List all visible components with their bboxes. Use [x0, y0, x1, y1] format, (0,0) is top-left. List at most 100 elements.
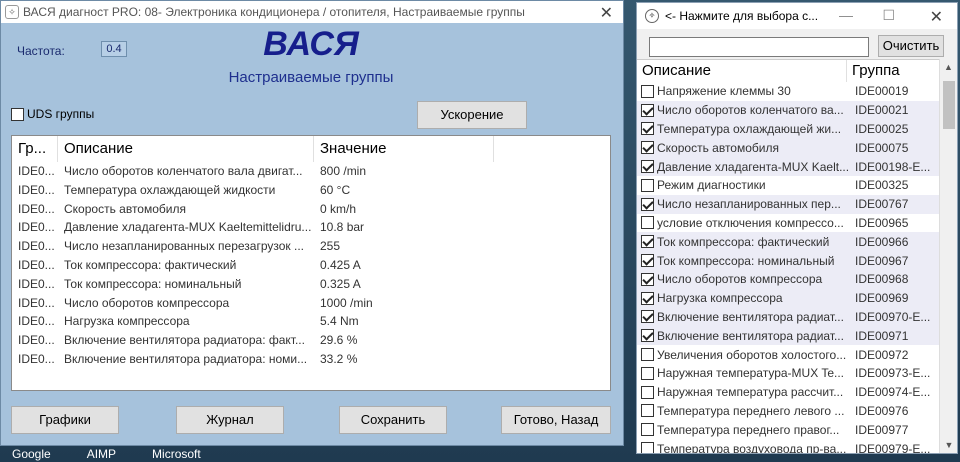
table-row[interactable]: IDE0... Включение вентилятора радиатора: … [12, 331, 610, 350]
table-row[interactable]: IDE0... Включение вентилятора радиатора: … [12, 350, 610, 369]
app-icon: ✧ [645, 9, 659, 23]
list-item[interactable]: Нагрузка компрессора IDE00969 [637, 288, 957, 308]
list-item[interactable]: Включение вентилятора радиат... IDE00971 [637, 326, 957, 346]
cell-group: IDE0... [18, 295, 55, 310]
list-item-checkbox[interactable] [641, 103, 654, 117]
list-item-checkbox[interactable] [641, 197, 654, 211]
uds-checkbox-box[interactable] [11, 107, 24, 121]
cell-description: Скорость автомобиля [64, 201, 186, 216]
main-window-title: ВАСЯ диагност PRO: 08- Электроника конди… [23, 5, 525, 19]
taskbar-item-microsoft[interactable]: Microsoft [152, 446, 201, 462]
close-icon[interactable]: ✕ [600, 3, 613, 23]
list-item[interactable]: Число оборотов коленчатого ва... IDE00021 [637, 100, 957, 120]
list-item-group: IDE00969 [855, 291, 909, 306]
done-back-button[interactable]: Готово, Назад [501, 406, 611, 434]
list-item-checkbox[interactable] [641, 160, 654, 174]
list-item-description: Включение вентилятора радиат... [657, 309, 844, 324]
acceleration-button[interactable]: Ускорение [417, 101, 527, 129]
list-item[interactable]: Режим диагностики IDE00325 [637, 176, 957, 195]
close-icon[interactable]: ✕ [930, 7, 943, 27]
table-row[interactable]: IDE0... Скорость автомобиля 0 km/h [12, 200, 610, 219]
save-button[interactable]: Сохранить [339, 406, 447, 434]
list-item-checkbox[interactable] [641, 254, 654, 268]
list-item-checkbox[interactable] [641, 216, 654, 230]
list-item[interactable]: Включение вентилятора радиат... IDE00970-… [637, 307, 957, 327]
minimize-icon[interactable]: — [839, 7, 853, 23]
list-item-checkbox[interactable] [641, 366, 654, 380]
list-item-checkbox[interactable] [641, 122, 654, 136]
main-title-bar[interactable]: ✧ ВАСЯ диагност PRO: 08- Электроника кон… [1, 1, 623, 23]
uds-checkbox-label: UDS группы [27, 107, 95, 121]
list-item-description: Число незапланированных пер... [657, 197, 841, 212]
list-item[interactable]: Наружная температура-MUX Te... IDE00973-E… [637, 364, 957, 383]
clear-button[interactable]: Очистить [878, 35, 944, 57]
table-row[interactable]: IDE0... Число незапланированных перезагру… [12, 237, 610, 256]
list-item-checkbox[interactable] [641, 84, 654, 98]
maximize-icon[interactable]: ☐ [882, 7, 895, 24]
column-value[interactable]: Значение [314, 136, 494, 162]
list-item-checkbox[interactable] [641, 442, 654, 453]
cell-group: IDE0... [18, 333, 55, 348]
list-item-description: Температура охлаждающей жи... [657, 121, 842, 136]
taskbar: Google AIMP Microsoft [0, 446, 640, 462]
list-item[interactable]: Температура воздуховода пр-ва... IDE00979… [637, 439, 957, 453]
table-row[interactable]: IDE0... Давление хладагента-MUX Kaeltemit… [12, 218, 610, 237]
cell-value: 0.325 A [320, 276, 361, 291]
scroll-up-icon[interactable]: ▲ [940, 59, 957, 75]
journal-button[interactable]: Журнал [176, 406, 284, 434]
list-item[interactable]: Ток компрессора: фактический IDE00966 [637, 232, 957, 252]
page-subtitle: Настраиваемые группы [228, 69, 394, 86]
table-row[interactable]: IDE0... Температура охлаждающей жидкости 6… [12, 181, 610, 200]
table-row[interactable]: IDE0... Ток компрессора: номинальный 0.325… [12, 275, 610, 294]
list-item[interactable]: условие отключения компрессо... IDE00965 [637, 214, 957, 233]
cell-description: Число оборотов коленчатого вала двигат..… [64, 164, 303, 178]
list-item[interactable]: Ток компрессора: номинальный IDE00967 [637, 251, 957, 270]
cell-group: IDE0... [18, 239, 55, 254]
list-scrollbar[interactable]: ▲ ▼ [939, 59, 957, 453]
list-item-checkbox[interactable] [641, 329, 654, 343]
selection-title-bar[interactable]: ✧ <- Нажмите для выбора с... — ☐ ✕ [637, 3, 957, 29]
list-item[interactable]: Увеличения оборотов холостого... IDE00972 [637, 345, 957, 364]
column-description[interactable]: Описание [637, 60, 847, 82]
list-item[interactable]: Температура переднего правог... IDE00977 [637, 420, 957, 439]
scroll-thumb[interactable] [943, 81, 955, 129]
list-item-checkbox-wrap [637, 310, 657, 324]
column-description[interactable]: Описание [58, 136, 314, 162]
list-item-checkbox[interactable] [641, 291, 654, 305]
list-item-group: IDE00967 [855, 253, 909, 268]
search-input[interactable] [649, 37, 869, 57]
list-item[interactable]: Давление хладагента-MUX Kaelt... IDE00198… [637, 157, 957, 176]
scroll-down-icon[interactable]: ▼ [940, 437, 958, 453]
list-item[interactable]: Число оборотов компрессора IDE00968 [637, 269, 957, 289]
list-item-checkbox[interactable] [641, 141, 654, 155]
list-item-checkbox[interactable] [641, 404, 654, 418]
list-item-checkbox[interactable] [641, 348, 654, 362]
list-item-checkbox[interactable] [641, 423, 654, 437]
list-item[interactable]: Напряжение клеммы 30 IDE00019 [637, 82, 957, 101]
table-row[interactable]: IDE0... Число оборотов коленчатого вала д… [12, 162, 610, 181]
uds-groups-checkbox[interactable]: UDS группы [11, 107, 94, 121]
list-item[interactable]: Температура охлаждающей жи... IDE00025 [637, 119, 957, 139]
list-item-checkbox[interactable] [641, 310, 654, 324]
list-item-checkbox[interactable] [641, 235, 654, 249]
list-item-checkbox[interactable] [641, 385, 654, 399]
list-item[interactable]: Наружная температура рассчит... IDE00974-… [637, 383, 957, 402]
list-item[interactable]: Скорость автомобиля IDE00075 [637, 138, 957, 158]
column-group[interactable]: Группа [847, 60, 937, 82]
list-item-group: IDE00972 [855, 347, 909, 362]
list-item-checkbox[interactable] [641, 178, 654, 192]
table-row[interactable]: IDE0... Ток компрессора: фактический 0.425… [12, 256, 610, 275]
table-row[interactable]: IDE0... Число оборотов компрессора 1000 /m… [12, 294, 610, 313]
list-item-group: IDE00976 [855, 403, 909, 418]
table-row[interactable]: IDE0... Нагрузка компрессора 5.4 Nm [12, 312, 610, 331]
list-item-checkbox-wrap [637, 423, 657, 437]
taskbar-item-google[interactable]: Google [12, 446, 51, 462]
list-item-checkbox[interactable] [641, 272, 654, 286]
cell-group: IDE0... [18, 220, 55, 235]
column-group[interactable]: Гр... [12, 136, 58, 162]
list-item-checkbox-wrap [637, 348, 657, 362]
graphs-button[interactable]: Графики [11, 406, 119, 434]
list-item[interactable]: Температура переднего левого ... IDE00976 [637, 402, 957, 421]
list-item[interactable]: Число незапланированных пер... IDE00767 [637, 194, 957, 214]
taskbar-item-aimp[interactable]: AIMP [87, 446, 116, 462]
